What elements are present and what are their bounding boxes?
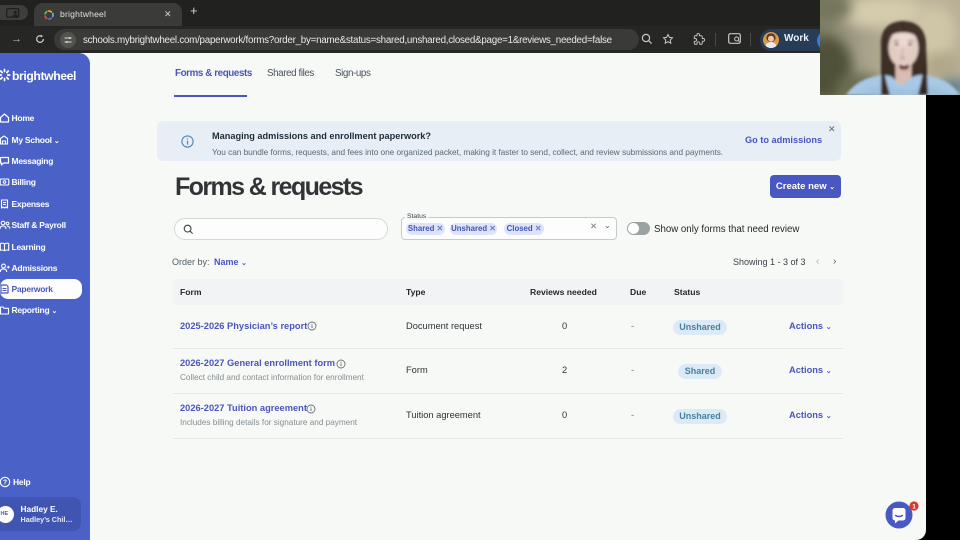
- svg-text:1: 1: [912, 503, 916, 510]
- svg-text:?: ?: [3, 479, 7, 486]
